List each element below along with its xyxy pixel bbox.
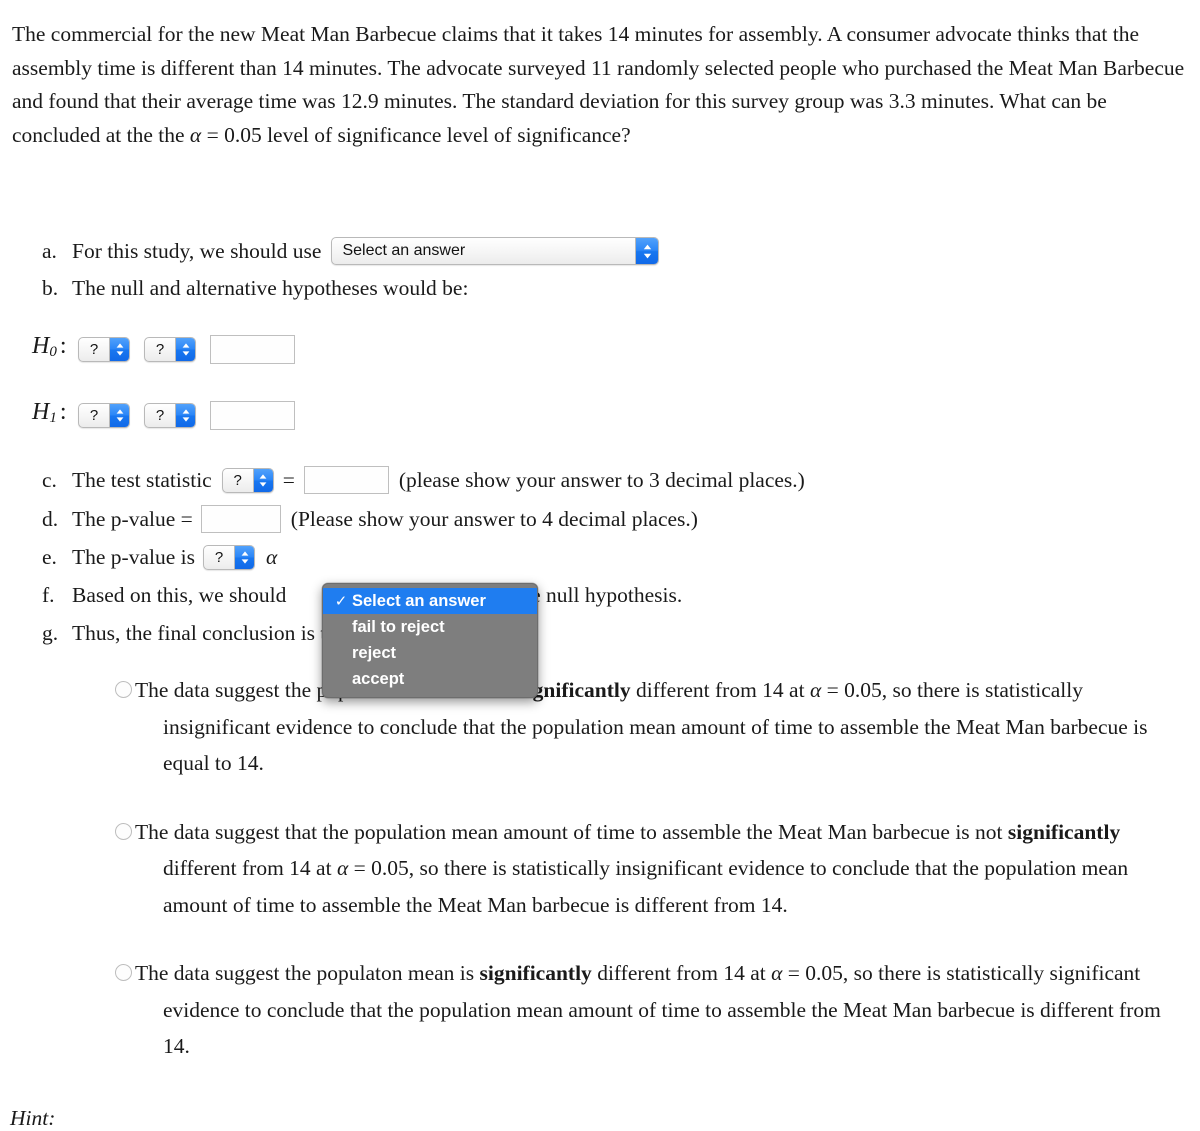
part-b-text: The null and alternative hypotheses woul… bbox=[72, 276, 469, 300]
dropdown-option-label: accept bbox=[352, 669, 405, 688]
alpha-symbol: α bbox=[266, 545, 278, 569]
dropdown-option-label: reject bbox=[352, 643, 397, 662]
test-statistic-select[interactable]: ? bbox=[221, 467, 274, 493]
study-type-select-value: Select an answer bbox=[342, 242, 466, 259]
chevron-updown-icon bbox=[252, 468, 273, 492]
test-statistic-select-value: ? bbox=[233, 471, 242, 489]
p-value-comparison-select[interactable]: ? bbox=[203, 544, 255, 570]
chevron-updown-icon bbox=[175, 403, 195, 427]
h0-subscript: 0 bbox=[49, 344, 57, 360]
hint-label: Hint: bbox=[10, 1106, 56, 1130]
part-f-tail: the null hypothesis. bbox=[514, 583, 683, 607]
question-parts-list: a. For this study, we should use Select … bbox=[0, 232, 1200, 652]
h0-label: H0: bbox=[22, 332, 78, 366]
h1-subscript: 1 bbox=[49, 410, 57, 426]
h0-colon: : bbox=[59, 333, 67, 359]
h1-operator-select-value: ? bbox=[155, 406, 165, 424]
study-type-select[interactable]: Select an answer bbox=[331, 237, 660, 265]
hypothesis-alt-row: H1: ? ? bbox=[22, 382, 1200, 448]
decision-dropdown-menu[interactable]: ✓ Select an answer fail to reject reject… bbox=[322, 583, 538, 698]
dropdown-option-reject[interactable]: reject bbox=[323, 640, 537, 666]
checkmark-icon: ✓ bbox=[334, 592, 348, 610]
chevron-updown-icon bbox=[234, 545, 254, 569]
chevron-updown-icon bbox=[109, 337, 129, 361]
part-e-marker: e. bbox=[42, 545, 57, 569]
part-g-marker: g. bbox=[42, 621, 59, 645]
dropdown-option-select-an-answer[interactable]: ✓ Select an answer bbox=[323, 588, 537, 614]
conclusion-choice-2-text: The data suggest that the population mea… bbox=[135, 819, 1129, 917]
h1-parameter-select-value: ? bbox=[89, 406, 99, 424]
test-statistic-equals: = bbox=[282, 468, 295, 492]
dropdown-option-fail-to-reject[interactable]: fail to reject bbox=[323, 614, 537, 640]
part-d-text: The p-value = bbox=[72, 507, 193, 531]
conclusion-choice-2[interactable]: The data suggest that the population mea… bbox=[0, 814, 1200, 924]
hypotheses-block: H0: ? ? H1: ? ? bbox=[0, 316, 1200, 448]
question-part-e: e. The p-value is ? α bbox=[0, 538, 1200, 576]
conclusion-choice-3[interactable]: The data suggest the populaton mean is s… bbox=[0, 955, 1200, 1065]
h0-operator-select[interactable]: ? bbox=[144, 336, 196, 362]
conclusion-choice-1[interactable]: The data suggest the population mean is … bbox=[0, 672, 1200, 782]
part-a-text: For this study, we should use bbox=[72, 239, 322, 263]
part-d-note: (Please show your answer to 4 decimal pl… bbox=[290, 507, 698, 531]
h1-label: H1: bbox=[22, 398, 78, 432]
radio-button[interactable] bbox=[115, 822, 132, 840]
h1-operator-select[interactable]: ? bbox=[144, 402, 196, 428]
radio-button[interactable] bbox=[115, 964, 132, 981]
dropdown-option-accept[interactable]: accept bbox=[323, 666, 537, 692]
question-part-c: c. The test statistic ? = (please show y… bbox=[0, 460, 1200, 500]
problem-text-part-2: = 0.05 level of significance level of si… bbox=[201, 122, 631, 147]
chevron-updown-icon bbox=[635, 238, 659, 264]
part-a-marker: a. bbox=[42, 239, 57, 263]
conclusion-choices: The data suggest the population mean is … bbox=[0, 672, 1200, 1097]
alpha-symbol: α bbox=[189, 122, 202, 147]
h1-value-input[interactable] bbox=[210, 400, 295, 430]
part-e-text: The p-value is bbox=[72, 545, 195, 569]
question-part-d: d. The p-value = (Please show your answe… bbox=[0, 500, 1200, 538]
problem-statement: The commercial for the new Meat Man Barb… bbox=[12, 18, 1190, 152]
part-b-marker: b. bbox=[42, 276, 59, 300]
p-value-input[interactable] bbox=[200, 505, 281, 533]
h0-letter: H bbox=[32, 333, 50, 359]
part-c-note: (please show your answer to 3 decimal pl… bbox=[398, 468, 805, 492]
dropdown-option-label: Select an answer bbox=[352, 591, 486, 610]
question-part-b: b. The null and alternative hypotheses w… bbox=[0, 270, 1200, 306]
test-statistic-input[interactable] bbox=[303, 466, 389, 494]
p-value-comparison-select-value: ? bbox=[214, 548, 224, 566]
chevron-updown-icon bbox=[109, 403, 129, 427]
part-f-marker: f. bbox=[42, 583, 55, 607]
h1-parameter-select[interactable]: ? bbox=[78, 402, 130, 428]
conclusion-choice-3-text: The data suggest the populaton mean is s… bbox=[135, 961, 1161, 1058]
chevron-updown-icon bbox=[175, 337, 195, 361]
h0-value-input[interactable] bbox=[210, 334, 295, 364]
h0-operator-select-value: ? bbox=[155, 340, 165, 358]
h1-letter: H bbox=[32, 399, 50, 425]
part-f-text: Based on this, we should bbox=[72, 583, 287, 607]
part-d-marker: d. bbox=[42, 507, 59, 531]
h0-parameter-select[interactable]: ? bbox=[78, 336, 130, 362]
conclusion-choice-1-text: The data suggest the population mean is … bbox=[135, 678, 1148, 775]
radio-button[interactable] bbox=[115, 681, 132, 698]
part-c-text: The test statistic bbox=[72, 468, 212, 492]
question-part-g: g. Thus, the final conclusion is that ..… bbox=[0, 614, 1200, 652]
question-part-a: a. For this study, we should use Select … bbox=[0, 232, 1200, 270]
hypothesis-null-row: H0: ? ? bbox=[22, 316, 1200, 382]
h1-colon: : bbox=[59, 399, 67, 425]
dropdown-option-label: fail to reject bbox=[352, 617, 445, 636]
h0-parameter-select-value: ? bbox=[89, 340, 99, 358]
question-part-f: f. Based on this, we should the null hyp… bbox=[0, 576, 1200, 614]
part-c-marker: c. bbox=[42, 468, 57, 492]
